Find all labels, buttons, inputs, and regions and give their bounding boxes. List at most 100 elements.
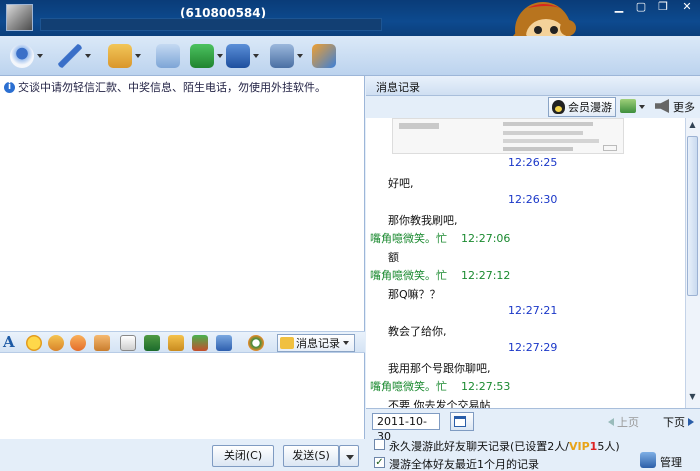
sender-time: 12:27:53 xyxy=(461,380,511,393)
message-text: 那Q嘛？？ xyxy=(388,288,441,301)
message-text: 那你教我刷吧, xyxy=(388,214,458,227)
history-footer: 2011-10-30 上页 下页 永久漫游此好友聊天记录(已设置2人/VIP15… xyxy=(366,408,700,471)
info-icon: i xyxy=(4,81,15,93)
chevron-down-icon[interactable] xyxy=(639,105,645,109)
roam-friend-label: 永久漫游此好友聊天记录(已设置2人/ xyxy=(389,440,569,453)
roam-friend-tail: 5人) xyxy=(597,440,620,453)
date-input[interactable]: 2011-10-30 xyxy=(372,413,440,443)
next-page-button[interactable]: 下页 xyxy=(663,414,694,430)
timestamp: 12:27:21 xyxy=(508,304,558,317)
format-toolbar: A 消息记录 xyxy=(0,331,365,353)
prev-page-button[interactable]: 上页 xyxy=(608,414,639,430)
sender-line: 嘴角噫微笑。忙 12:27:53 xyxy=(370,378,510,394)
manage-button[interactable]: 管理 xyxy=(660,454,682,470)
chat-display[interactable]: i 交谈中请勿轻信汇款、中奖信息、陌生电话，勿使用外挂软件。 xyxy=(0,76,365,332)
email-icon xyxy=(156,44,180,68)
timestamp: 12:27:29 xyxy=(508,341,558,354)
next-arrow-icon xyxy=(688,418,694,426)
export-icon[interactable] xyxy=(620,99,636,113)
history-panel-title: 消息记录 xyxy=(376,81,420,94)
security-notice: i 交谈中请勿轻信汇款、中奖信息、陌生电话，勿使用外挂软件。 xyxy=(4,79,326,95)
share-button[interactable] xyxy=(312,42,346,70)
roam-friend-checkbox[interactable] xyxy=(374,439,385,450)
message-text: 我用那个号跟你聊吧, xyxy=(388,362,491,375)
sender-status: 忙 xyxy=(436,380,447,393)
sender-status: 忙 xyxy=(436,269,447,282)
remote-icon xyxy=(226,44,250,68)
settings-icon xyxy=(270,44,294,68)
roam-friend-option: 永久漫游此好友聊天记录(已设置2人/VIP15人) xyxy=(389,438,620,454)
file-transfer-button[interactable] xyxy=(108,42,142,70)
vip-roaming-button[interactable]: 会员漫游 xyxy=(548,97,616,117)
roam-all-label: 漫游全体好友最近1个月的记录 xyxy=(389,458,539,471)
calendar-button[interactable] xyxy=(450,412,474,431)
share-icon xyxy=(312,44,336,68)
message-input[interactable] xyxy=(0,353,365,439)
message-record-label: 消息记录 xyxy=(296,337,340,350)
vip-badge: VIP xyxy=(569,440,590,453)
wink-icon[interactable] xyxy=(70,335,86,351)
music-icon[interactable] xyxy=(168,335,184,351)
poke-icon[interactable] xyxy=(94,335,110,351)
webcam-button[interactable] xyxy=(10,42,44,70)
settings-button[interactable] xyxy=(270,42,304,70)
roam-all-checkbox[interactable]: ✓ xyxy=(374,457,385,468)
timestamp: 12:26:30 xyxy=(508,193,558,206)
chevron-down-icon xyxy=(343,341,349,345)
maximize-icon[interactable]: ▢ xyxy=(630,0,652,14)
scribble-icon[interactable] xyxy=(120,335,136,351)
send-button[interactable]: 发送(S) xyxy=(283,445,339,467)
sender-time: 12:27:12 xyxy=(461,269,511,282)
more-link[interactable]: 更多 xyxy=(673,99,695,115)
message-record-button[interactable]: 消息记录 xyxy=(277,334,355,352)
mic-button[interactable] xyxy=(58,42,92,70)
message-text: 好吧, xyxy=(388,177,414,190)
close-icon[interactable]: ✕ xyxy=(676,0,698,14)
send-options-button[interactable] xyxy=(339,445,359,467)
message-record-icon xyxy=(280,337,294,349)
speaker-icon[interactable] xyxy=(655,99,669,113)
sender-line: 嘴角噫微笑。忙 12:27:12 xyxy=(370,267,510,283)
sender-line: 嘴角噫微笑。忙 12:27:06 xyxy=(370,230,510,246)
close-button[interactable]: 关闭(C) xyxy=(212,445,274,467)
signature-bar xyxy=(40,18,382,31)
remote-button[interactable] xyxy=(226,42,260,70)
sender-status: 忙 xyxy=(436,232,447,245)
add-app-icon xyxy=(190,44,214,68)
add-app-button[interactable] xyxy=(190,42,224,70)
history-toolbar: 会员漫游 更多 xyxy=(366,96,700,118)
emoji-icon[interactable] xyxy=(26,335,42,351)
vip-roaming-label: 会员漫游 xyxy=(568,101,612,114)
sender-name: 嘴角噫微笑。 xyxy=(370,232,436,245)
file-transfer-icon xyxy=(108,44,132,68)
prev-page-label: 上页 xyxy=(617,416,639,429)
sender-name: 嘴角噫微笑。 xyxy=(370,269,436,282)
magic-emoji-icon[interactable] xyxy=(48,335,64,351)
avatar[interactable] xyxy=(6,4,33,31)
webcam-icon xyxy=(10,44,34,68)
gift-icon[interactable] xyxy=(192,335,208,351)
screenshot-icon[interactable] xyxy=(216,335,232,351)
sender-name: 嘴角噫微笑。 xyxy=(370,380,436,393)
rich-text-icon[interactable] xyxy=(248,335,264,351)
message-text: 额 xyxy=(388,251,399,264)
image-icon[interactable] xyxy=(144,335,160,351)
scroll-up-icon[interactable]: ▲ xyxy=(687,120,698,132)
email-button[interactable] xyxy=(156,42,190,70)
restore-icon[interactable]: ❐ xyxy=(652,0,674,14)
penguin-icon xyxy=(552,100,565,114)
timestamp: 12:26:25 xyxy=(508,156,558,169)
manage-icon[interactable] xyxy=(640,452,656,468)
history-panel-header: 消息记录 xyxy=(366,76,700,96)
history-log[interactable]: 12:26:25 好吧, 12:26:30 那你教我刷吧, 嘴角噫微笑。忙 12:27:0… xyxy=(366,118,685,408)
font-icon[interactable]: A xyxy=(3,333,19,351)
calendar-icon xyxy=(454,416,466,427)
mic-icon xyxy=(58,44,82,68)
security-notice-text: 交谈中请勿轻信汇款、中奖信息、陌生电话，勿使用外挂软件。 xyxy=(18,81,326,94)
image-thumbnail[interactable] xyxy=(392,118,624,154)
scrollbar-thumb[interactable] xyxy=(687,136,698,296)
scroll-down-icon[interactable]: ▼ xyxy=(687,392,698,404)
message-text: 教会了给你, xyxy=(388,325,447,338)
message-text: 不要 你去发个交易帖 xyxy=(388,399,491,408)
sender-time: 12:27:06 xyxy=(461,232,511,245)
